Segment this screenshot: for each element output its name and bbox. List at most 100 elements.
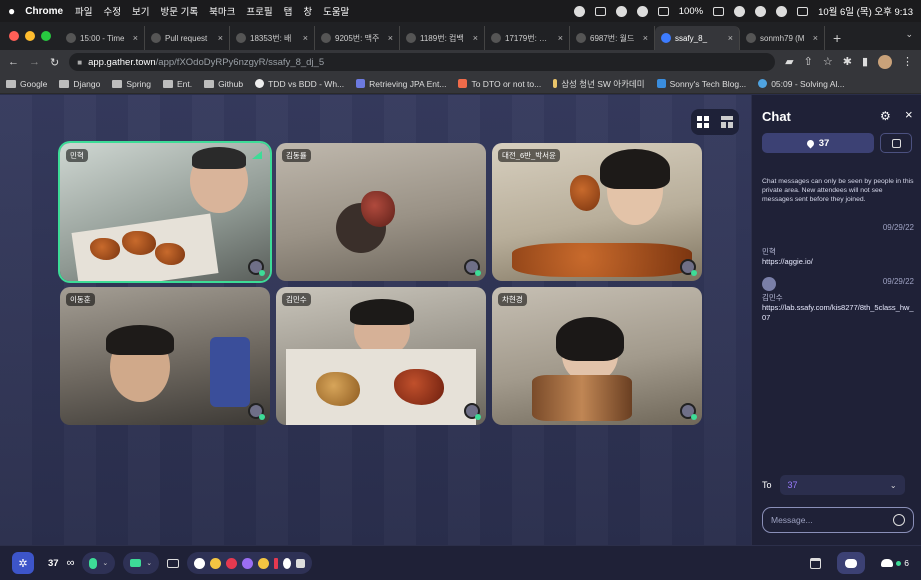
bookmark-google[interactable]: Google <box>6 79 47 89</box>
bookmark-jpa[interactable]: Retrieving JPA Ent... <box>356 79 446 89</box>
browser-tab[interactable]: Pull request × <box>145 26 230 50</box>
status-keyboard-icon[interactable] <box>657 6 669 16</box>
new-tab-button[interactable]: + <box>833 26 841 50</box>
video-tile[interactable]: 김동률 <box>276 143 486 281</box>
bookmark-solving[interactable]: 05:09 - Solving Al... <box>758 79 844 89</box>
minimize-window-button[interactable] <box>25 31 35 41</box>
clock[interactable]: 10월 6일 (목) 오후 9:13 <box>818 4 913 18</box>
close-tab-icon[interactable]: × <box>813 33 818 43</box>
lock-icon[interactable]: ■ <box>77 58 82 67</box>
reload-icon[interactable]: ↻ <box>50 56 59 69</box>
heart-reaction-icon[interactable] <box>226 557 238 569</box>
grid-view-icon[interactable] <box>697 116 709 128</box>
menu-help[interactable]: 도움말 <box>323 4 349 18</box>
invite-link-icon[interactable]: ∞ <box>67 557 75 569</box>
browser-tab[interactable]: sonmh79 (M × <box>740 26 825 50</box>
close-tab-icon[interactable]: × <box>728 33 733 43</box>
back-arrow-icon[interactable]: ← <box>8 56 19 69</box>
smile-reaction-icon[interactable] <box>194 557 206 569</box>
status-power-icon[interactable] <box>573 5 585 17</box>
bookmark-spring[interactable]: Spring <box>112 79 151 89</box>
browser-tab[interactable]: 6987번: 월드 × <box>570 26 655 50</box>
gear-icon[interactable]: ⚙ <box>880 109 891 123</box>
sender-avatar[interactable] <box>762 277 776 291</box>
browser-tab[interactable]: 9205번: 맥주 × <box>315 26 400 50</box>
bookmark-ssafy[interactable]: 삼성 청년 SW 아카데미 <box>553 78 645 90</box>
camera-toggle[interactable]: ⌄ <box>123 552 160 574</box>
chevron-down-icon[interactable]: ⌄ <box>146 559 152 567</box>
browser-tab[interactable]: 18353번: 배 × <box>230 26 315 50</box>
menu-edit[interactable]: 수정 <box>104 4 121 18</box>
wifi-icon[interactable] <box>755 5 767 17</box>
close-tab-icon[interactable]: × <box>473 33 478 43</box>
share-icon[interactable]: ⇧ <box>804 55 813 69</box>
browser-tab-active[interactable]: ssafy_8_ × <box>655 26 740 50</box>
zoom-window-button[interactable] <box>41 31 51 41</box>
close-tab-icon[interactable]: × <box>388 33 393 43</box>
emoji-picker-icon[interactable] <box>893 514 905 526</box>
close-tab-icon[interactable]: × <box>303 33 308 43</box>
control-center-icon[interactable] <box>797 6 809 16</box>
forward-arrow-icon[interactable]: → <box>29 56 40 69</box>
participant-avatar[interactable] <box>680 403 697 420</box>
raise-hand-icon[interactable] <box>283 557 292 569</box>
recipient-select[interactable]: 37 ⌄ <box>779 475 905 495</box>
bookmark-tdd-bdd[interactable]: TDD vs BDD - Wh... <box>255 79 344 89</box>
volume-icon[interactable] <box>734 5 746 17</box>
wave-reaction-icon[interactable] <box>210 557 222 569</box>
video-tile[interactable]: 김민수 <box>276 287 486 425</box>
menu-history[interactable]: 방문 기록 <box>161 4 199 18</box>
thumbs-up-reaction-icon[interactable] <box>258 557 270 569</box>
close-icon[interactable]: × <box>905 107 913 122</box>
menu-app-name[interactable]: Chrome <box>25 6 63 17</box>
participants-button[interactable]: 6 <box>881 558 909 568</box>
video-tile[interactable]: 민혁 <box>60 143 270 281</box>
exclamation-reaction-icon[interactable] <box>274 557 279 569</box>
camera-in-use-icon[interactable]: ▰ <box>785 55 793 69</box>
participant-avatar[interactable] <box>248 403 265 420</box>
bookmark-django[interactable]: Django <box>59 79 100 89</box>
gather-menu-icon[interactable]: ✲ <box>12 552 34 574</box>
video-tile[interactable]: 이동훈 <box>60 287 270 425</box>
tab-search-chevron-icon[interactable]: ⌄ <box>905 29 913 40</box>
status-chat-icon[interactable] <box>636 5 648 17</box>
menu-bookmarks[interactable]: 북마크 <box>209 4 235 18</box>
close-window-button[interactable] <box>9 31 19 41</box>
browser-tab[interactable]: 1189번: 컴백 × <box>400 26 485 50</box>
menu-file[interactable]: 파일 <box>75 4 92 18</box>
online-count[interactable]: 37 <box>48 558 59 569</box>
message-text[interactable]: https://aggie.io/ <box>762 257 914 267</box>
message-text[interactable]: https://lab.ssafy.com/kis8277/8th_5class… <box>762 303 914 323</box>
side-panel-icon[interactable]: ▮ <box>862 55 868 69</box>
bookmark-github[interactable]: Github <box>204 79 243 89</box>
status-moon-icon[interactable] <box>615 5 627 17</box>
more-actions-icon[interactable] <box>296 558 306 568</box>
menu-profiles[interactable]: 프로필 <box>246 4 272 18</box>
chat-button[interactable] <box>837 552 866 574</box>
close-tab-icon[interactable]: × <box>133 33 138 43</box>
menu-view[interactable]: 보기 <box>132 4 149 18</box>
address-bar[interactable]: ■ app.gather.town/app/fXOdoDyRPy6nzgyR/s… <box>69 53 776 71</box>
browser-tab[interactable]: 17179번: 케이 × <box>485 26 570 50</box>
participant-avatar[interactable] <box>680 259 697 276</box>
message-input[interactable] <box>771 515 881 525</box>
screen-share-icon[interactable] <box>167 558 180 568</box>
chevron-down-icon[interactable]: ⌄ <box>102 559 108 567</box>
bookmark-star-icon[interactable]: ☆ <box>823 55 833 69</box>
video-tile[interactable]: 차현경 <box>492 287 702 425</box>
browser-tab[interactable]: 15:00 - Time × <box>60 26 145 50</box>
profile-avatar[interactable] <box>878 55 892 69</box>
menu-window[interactable]: 창 <box>303 4 312 18</box>
copy-chat-button[interactable] <box>880 133 912 153</box>
calendar-icon[interactable] <box>810 557 822 569</box>
spotlight-view-icon[interactable] <box>721 116 733 128</box>
more-menu-icon[interactable]: ⋮ <box>902 55 913 69</box>
participant-avatar[interactable] <box>248 259 265 276</box>
nearby-count-button[interactable]: 37 <box>762 133 874 153</box>
party-reaction-icon[interactable] <box>242 557 254 569</box>
close-tab-icon[interactable]: × <box>218 33 223 43</box>
mic-toggle[interactable]: ⌄ <box>82 552 116 574</box>
close-tab-icon[interactable]: × <box>558 33 563 43</box>
menu-tab[interactable]: 탭 <box>284 4 293 18</box>
bookmark-sonny-blog[interactable]: Sonny's Tech Blog... <box>656 79 746 89</box>
